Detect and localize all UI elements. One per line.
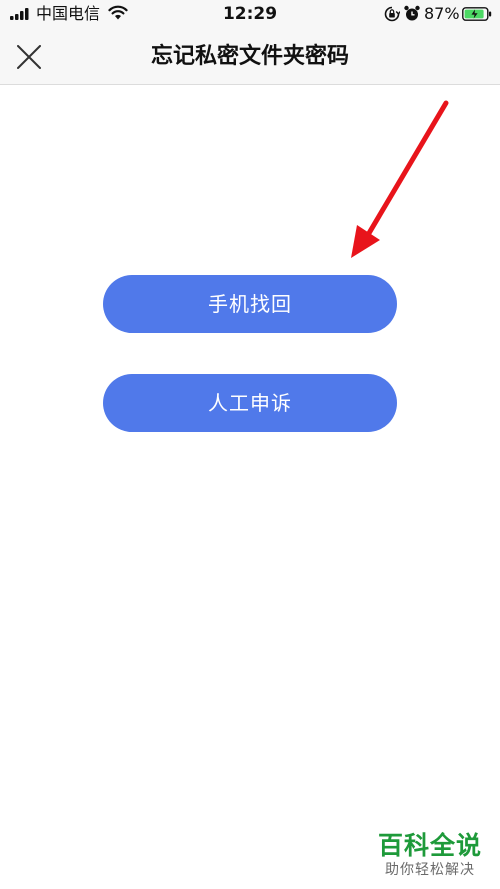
- battery-percent: 87%: [424, 4, 460, 23]
- watermark: 百科全说 助你轻松解决: [376, 831, 484, 879]
- red-arrow-icon: [351, 100, 449, 258]
- rotation-lock-icon: [384, 6, 400, 22]
- watermark-subtitle: 助你轻松解决: [385, 862, 475, 878]
- page-title: 忘记私密文件夹密码: [150, 44, 349, 69]
- nav-bar: 忘记私密文件夹密码: [0, 30, 500, 85]
- phone-recover-button[interactable]: 手机找回: [103, 275, 397, 333]
- status-bar: 中国电信 12:29 87%: [0, 0, 500, 30]
- battery-icon: [462, 7, 492, 21]
- manual-appeal-button[interactable]: 人工申诉: [103, 374, 397, 432]
- alarm-icon: [404, 5, 420, 21]
- watermark-title: 百科全说: [377, 831, 482, 860]
